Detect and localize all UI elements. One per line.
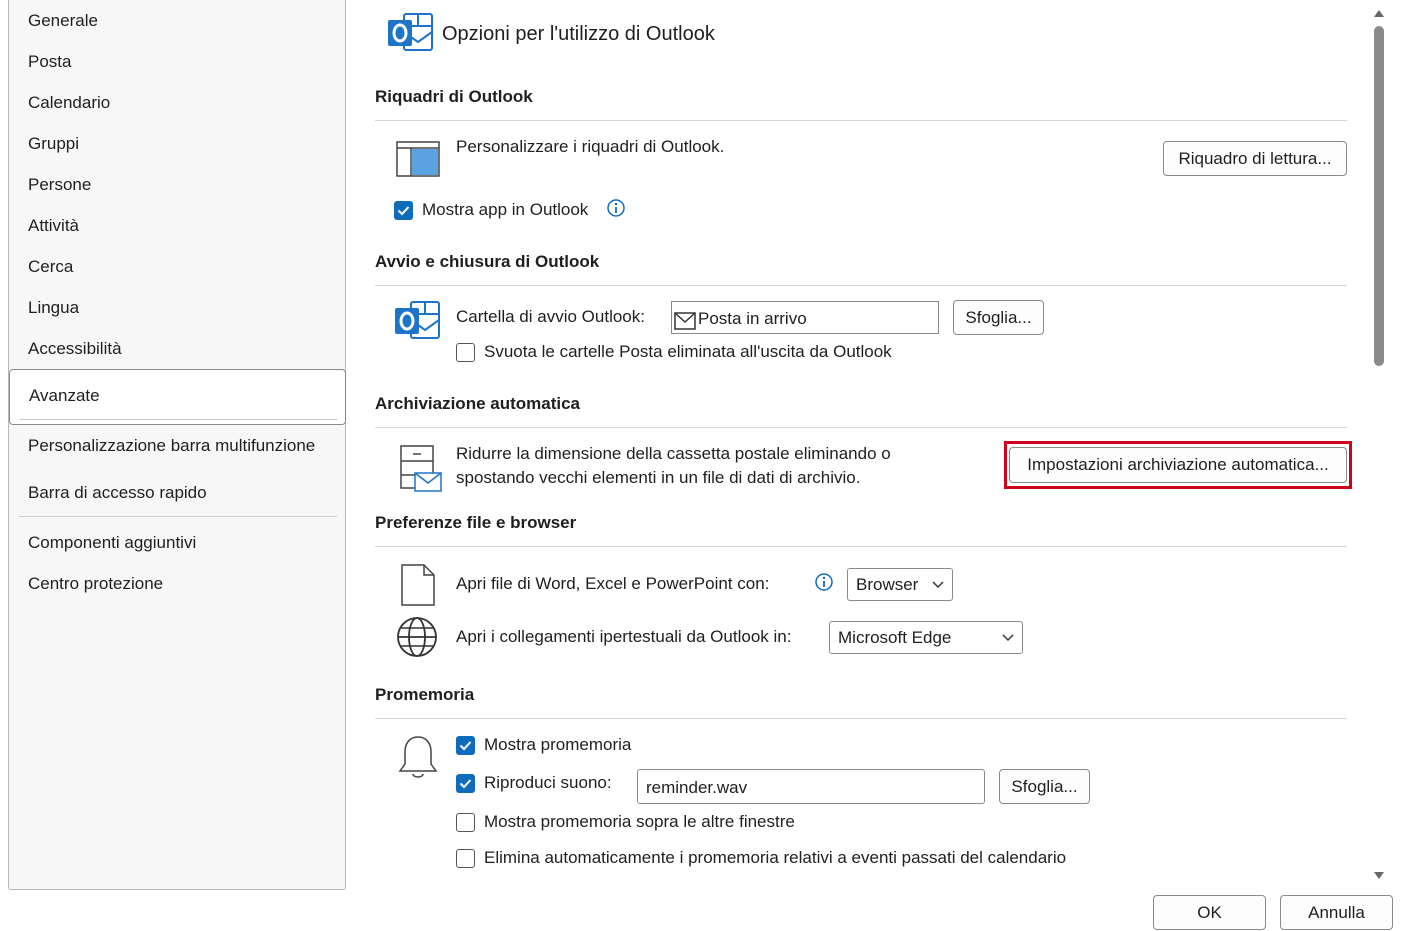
on-top-checkbox[interactable] — [456, 813, 475, 832]
page-title: Opzioni per l'utilizzo di Outlook — [442, 23, 715, 45]
sidebar-item-generale[interactable]: Generale — [28, 11, 98, 31]
archive-description-line2: spostando vecchi elementi in un file di … — [456, 468, 861, 487]
auto-dismiss-label: Elimina automaticamente i promemoria rel… — [484, 848, 1067, 867]
sound-file-value: reminder.wav — [646, 778, 748, 797]
on-top-label: Mostra promemoria sopra le altre finestr… — [484, 812, 795, 831]
file-icon — [400, 563, 436, 607]
show-apps-label: Mostra app in Outlook — [422, 200, 589, 219]
chevron-down-icon — [1002, 633, 1014, 641]
riquadri-description: Personalizzare i riquadri di Outlook. — [456, 137, 725, 156]
section-title-preferenze: Preferenze file e browser — [375, 513, 577, 532]
sidebar-item-personalizzazione-barra[interactable]: Personalizzazione barra multifunzione — [28, 436, 315, 456]
sidebar-item-barra-accesso-rapido[interactable]: Barra di accesso rapido — [28, 483, 207, 503]
sidebar-item-lingua[interactable]: Lingua — [28, 298, 79, 318]
section-title-promemoria: Promemoria — [375, 685, 475, 704]
open-links-select[interactable]: Microsoft Edge — [829, 621, 1023, 654]
section-title-archiviazione: Archiviazione automatica — [375, 394, 581, 413]
startup-folder-value: Posta in arrivo — [698, 309, 807, 328]
reading-pane-icon — [396, 141, 440, 177]
scroll-thumb[interactable] — [1374, 26, 1384, 366]
info-icon[interactable] — [814, 572, 834, 592]
sound-file-field[interactable]: reminder.wav — [637, 769, 985, 804]
outlook-startup-icon — [393, 300, 443, 344]
mail-icon — [674, 308, 696, 330]
archive-icon — [399, 445, 443, 493]
open-files-value: Browser — [856, 575, 919, 594]
sidebar-divider — [19, 516, 337, 517]
startup-folder-field[interactable]: Posta in arrivo — [671, 301, 939, 334]
section-divider — [375, 427, 1347, 428]
open-links-value: Microsoft Edge — [838, 628, 952, 647]
bell-icon — [398, 734, 438, 782]
vertical-scrollbar[interactable] — [1368, 0, 1390, 890]
sidebar-item-calendario[interactable]: Calendario — [28, 93, 110, 113]
play-sound-label: Riproduci suono: — [484, 773, 612, 792]
section-title-riquadri: Riquadri di Outlook — [375, 87, 533, 106]
sidebar-item-attivita[interactable]: Attività — [28, 216, 79, 236]
reading-pane-button[interactable]: Riquadro di lettura... — [1163, 141, 1347, 176]
show-apps-checkbox[interactable] — [394, 201, 413, 220]
play-sound-checkbox[interactable] — [456, 774, 475, 793]
autoarchive-settings-button[interactable]: Impostazioni archiviazione automatica... — [1009, 447, 1347, 483]
archive-description-line1: Ridurre la dimensione della cassetta pos… — [456, 444, 891, 463]
browse-folder-button[interactable]: Sfoglia... — [953, 300, 1044, 335]
open-files-label: Apri file di Word, Excel e PowerPoint co… — [456, 574, 770, 593]
sidebar-item-persone[interactable]: Persone — [28, 175, 91, 195]
sidebar-item-componenti-aggiuntivi[interactable]: Componenti aggiuntivi — [28, 533, 196, 553]
scroll-down-arrow-icon[interactable] — [1373, 871, 1385, 881]
sidebar-item-centro-protezione[interactable]: Centro protezione — [28, 574, 163, 594]
section-divider — [375, 718, 1347, 719]
browse-sound-button[interactable]: Sfoglia... — [999, 769, 1090, 804]
empty-deleted-checkbox[interactable] — [456, 343, 475, 362]
info-icon[interactable] — [606, 198, 626, 218]
chevron-down-icon — [932, 580, 944, 588]
globe-icon — [396, 616, 438, 658]
cancel-button[interactable]: Annulla — [1280, 895, 1393, 930]
ok-button[interactable]: OK — [1153, 895, 1266, 930]
outlook-icon — [386, 12, 436, 56]
section-title-avvio: Avvio e chiusura di Outlook — [375, 252, 600, 271]
scroll-up-arrow-icon[interactable] — [1373, 8, 1385, 18]
startup-folder-label: Cartella di avvio Outlook: — [456, 307, 645, 326]
sidebar-item-cerca[interactable]: Cerca — [28, 257, 73, 277]
open-links-label: Apri i collegamenti ipertestuali da Outl… — [456, 627, 792, 646]
show-reminders-checkbox[interactable] — [456, 736, 475, 755]
empty-deleted-label: Svuota le cartelle Posta eliminata all'u… — [484, 342, 892, 361]
show-reminders-label: Mostra promemoria — [484, 735, 632, 754]
sidebar-item-posta[interactable]: Posta — [28, 52, 71, 72]
sidebar-item-accessibilita[interactable]: Accessibilità — [28, 339, 122, 359]
auto-dismiss-checkbox[interactable] — [456, 849, 475, 868]
options-sidebar: Generale Posta Calendario Gruppi Persone… — [8, 0, 346, 890]
section-divider — [375, 120, 1347, 121]
sidebar-item-avanzate[interactable]: Avanzate — [9, 369, 346, 425]
sidebar-item-gruppi[interactable]: Gruppi — [28, 134, 79, 154]
section-divider — [375, 285, 1347, 286]
section-divider — [375, 546, 1347, 547]
open-files-select[interactable]: Browser — [847, 568, 953, 601]
